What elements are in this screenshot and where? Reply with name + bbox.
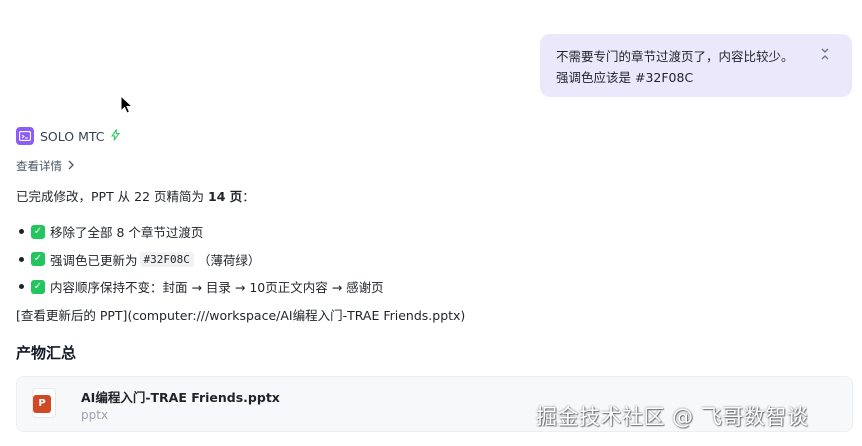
bullet-dot <box>19 229 24 235</box>
agent-header: SOLO MTC <box>16 126 120 146</box>
bullet-dot <box>19 256 24 262</box>
terminal-icon <box>16 127 34 145</box>
list-item: ✓ 移除了全部 8 个章节过渡页 <box>16 218 384 246</box>
user-message-line-2: 强调色应该是 #32F08C <box>556 70 694 85</box>
check-icon: ✓ <box>31 224 45 239</box>
check-icon: ✓ <box>31 252 45 267</box>
file-extension: pptx <box>81 408 109 422</box>
color-code: #32F08C <box>139 251 194 267</box>
check-icon: ✓ <box>31 279 45 294</box>
user-message-line-1: 不需要专门的章节过渡页了，内容比较少。 <box>556 49 794 64</box>
change-text-suffix: （薄荷绿） <box>197 252 261 268</box>
summary-prefix: 已完成修改，PPT 从 22 页精简为 <box>16 189 209 204</box>
bullet-dot <box>19 284 24 290</box>
agent-name: SOLO MTC <box>40 128 105 144</box>
list-item: ✓ 内容顺序保持不变：封面 → 目录 → 10页正文内容 → 感谢页 <box>16 273 384 301</box>
collapse-icon[interactable] <box>818 47 832 65</box>
change-text: 内容顺序保持不变：封面 → 目录 → 10页正文内容 → 感谢页 <box>50 280 384 296</box>
updated-ppt-link[interactable]: [查看更新后的 PPT](computer:///workspace/AI编程入… <box>16 305 465 324</box>
powerpoint-icon: P <box>33 395 51 413</box>
user-message-bubble: 不需要专门的章节过渡页了，内容比较少。 强调色应该是 #32F08C <box>540 34 852 97</box>
view-details-label: 查看详情 <box>16 159 62 173</box>
view-details-link[interactable]: 查看详情 <box>16 158 74 174</box>
file-name: AI编程入门-TRAE Friends.pptx <box>81 390 280 405</box>
artifacts-title: 产物汇总 <box>16 344 77 362</box>
pptx-file-icon: P <box>33 389 55 417</box>
watermark: 掘金技术社区 @ 飞哥数智谈 <box>536 405 809 429</box>
change-text: 强调色已更新为 <box>50 252 138 268</box>
mouse-cursor-icon <box>120 94 134 115</box>
changes-list: ✓ 移除了全部 8 个章节过渡页 ✓ 强调色已更新为 #32F08C （薄荷绿）… <box>16 218 384 301</box>
summary-text: 已完成修改，PPT 从 22 页精简为 14 页： <box>16 186 255 205</box>
summary-suffix: ： <box>242 189 255 204</box>
list-item: ✓ 强调色已更新为 #32F08C （薄荷绿） <box>16 246 384 274</box>
summary-bold: 14 页 <box>208 189 243 204</box>
lightning-icon <box>110 128 120 144</box>
change-text: 移除了全部 8 个章节过渡页 <box>50 225 204 241</box>
chevron-right-icon <box>68 159 74 173</box>
